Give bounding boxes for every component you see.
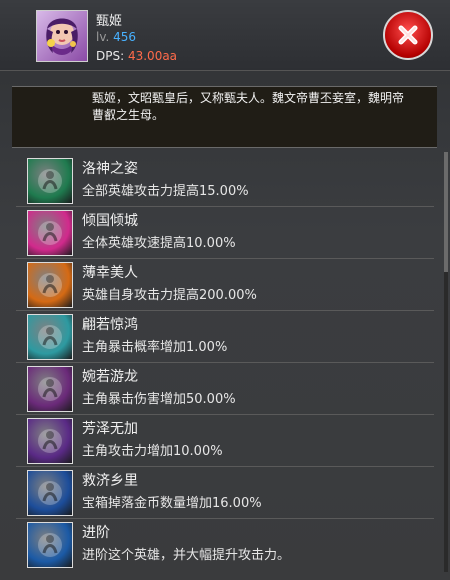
hero-description: 甄姬，文昭甄皇后，又称甄夫人。魏文帝曹丕妾室，魏明帝曹叡之生母。: [12, 86, 437, 148]
skill-row[interactable]: 倾国倾城全体英雄攻速提高10.00%: [27, 208, 427, 258]
skill-row[interactable]: 洛神之姿全部英雄攻击力提高15.00%: [27, 156, 427, 206]
skill-divider: [16, 258, 434, 259]
hero-level: lv. 456: [96, 30, 136, 44]
city-tower-icon: [27, 210, 73, 256]
close-icon: [398, 25, 418, 45]
advance-orb-icon: [27, 522, 73, 568]
skill-row[interactable]: 进阶进阶这个英雄，并大幅提升攻击力。: [27, 520, 427, 570]
skill-title: 进阶: [82, 525, 110, 541]
bubbles-icon: [27, 418, 73, 464]
hero-dps: DPS: 43.00aa: [96, 49, 177, 63]
skill-row[interactable]: 芳泽无加主角攻击力增加10.00%: [27, 416, 427, 466]
skill-divider: [16, 362, 434, 363]
skill-effect: 全体英雄攻速提高10.00%: [82, 236, 236, 251]
skill-effect: 主角暴击伤害增加50.00%: [82, 392, 236, 407]
luoshen-pose-icon: [27, 158, 73, 204]
skill-title: 倾国倾城: [82, 213, 138, 229]
skill-effect: 宝箱掉落金币数量增加16.00%: [82, 496, 262, 511]
skill-row[interactable]: 翩若惊鸿主角暴击概率增加1.00%: [27, 312, 427, 362]
hero-level-prefix: lv.: [96, 30, 110, 44]
skill-divider: [16, 518, 434, 519]
skill-title: 翩若惊鸿: [82, 317, 138, 333]
skill-effect: 进阶这个英雄，并大幅提升攻击力。: [82, 548, 291, 563]
skill-row[interactable]: 婉若游龙主角暴击伤害增加50.00%: [27, 364, 427, 414]
hero-name: 甄姬: [96, 14, 123, 29]
hero-header: 甄姬 lv. 456 DPS: 43.00aa: [0, 0, 450, 71]
hero-dps-label: DPS:: [96, 49, 125, 63]
silhouette-sunset-icon: [27, 262, 73, 308]
hero-level-value: 456: [113, 30, 137, 44]
skill-effect: 英雄自身攻击力提高200.00%: [82, 288, 257, 303]
skill-divider: [16, 310, 434, 311]
skill-title: 救济乡里: [82, 473, 138, 489]
swoop-burst-icon: [27, 314, 73, 360]
skill-divider: [16, 414, 434, 415]
skill-list-scrollbar-thumb[interactable]: [444, 152, 448, 272]
skill-title: 洛神之姿: [82, 161, 138, 177]
hero-portrait: [36, 10, 88, 62]
skill-title: 婉若游龙: [82, 369, 138, 385]
wave-hands-icon: [27, 470, 73, 516]
hero-dps-value: 43.00aa: [127, 49, 178, 63]
skill-effect: 主角攻击力增加10.00%: [82, 444, 223, 459]
skill-title: 芳泽无加: [82, 421, 138, 437]
skill-divider: [16, 466, 434, 467]
skill-list-scrollbar[interactable]: [444, 152, 448, 572]
skill-row[interactable]: 薄幸美人英雄自身攻击力提高200.00%: [27, 260, 427, 310]
skill-effect: 全部英雄攻击力提高15.00%: [82, 184, 249, 199]
skill-effect: 主角暴击概率增加1.00%: [82, 340, 228, 355]
hero-description-text: 甄姬，文昭甄皇后，又称甄夫人。魏文帝曹丕妾室，魏明帝曹叡之生母。: [92, 91, 405, 122]
skill-divider: [16, 206, 434, 207]
skill-row[interactable]: 救济乡里宝箱掉落金币数量增加16.00%: [27, 468, 427, 518]
close-button[interactable]: [383, 10, 433, 60]
dragon-icon: [27, 366, 73, 412]
skill-title: 薄幸美人: [82, 265, 138, 281]
